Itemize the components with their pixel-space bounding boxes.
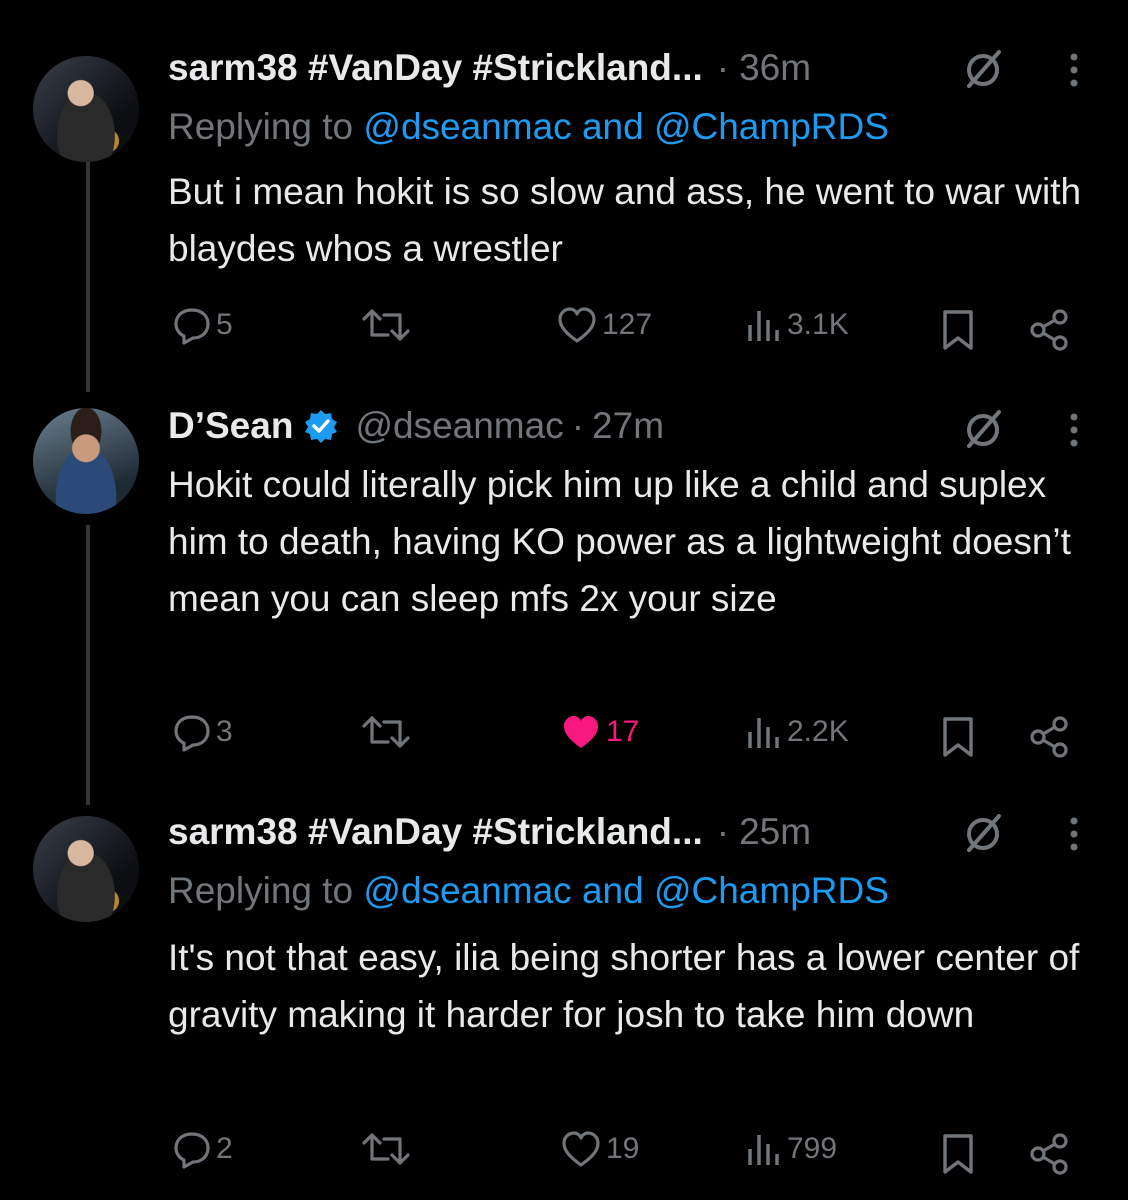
action-bar: 2 19 799: [0, 1129, 1128, 1179]
like-button[interactable]: 127: [556, 305, 652, 345]
author-name[interactable]: sarm38 #VanDay #Strickland...: [168, 811, 703, 853]
replying-prefix: Replying to: [168, 870, 354, 911]
retweet-icon: [362, 716, 410, 748]
separator: ·: [716, 47, 730, 88]
like-count: 127: [602, 308, 653, 341]
tweet-text: It's not that easy, ilia being shorter h…: [168, 937, 1080, 1035]
grok-slash-icon[interactable]: [963, 810, 1007, 854]
views-icon: [748, 1135, 779, 1165]
like-count: 19: [606, 1132, 640, 1165]
retweet-button[interactable]: [360, 305, 412, 345]
tweet-text: Hokit could literally pick him up like a…: [168, 464, 1071, 619]
views-button[interactable]: 2.2K: [745, 712, 849, 752]
more-icon[interactable]: [1069, 816, 1079, 852]
replying-to: Replying to @dseanmac and @ChampRDS: [168, 106, 889, 148]
reply-button[interactable]: 2: [172, 1129, 233, 1169]
views-button[interactable]: 3.1K: [745, 305, 849, 345]
tweet-header: sarm38 #VanDay #Strickland... · 25m: [168, 802, 811, 862]
share-icon[interactable]: [1028, 309, 1070, 351]
reply-count: 5: [216, 308, 233, 341]
bookmark-icon[interactable]: [940, 309, 976, 351]
tweet[interactable]: sarm38 #VanDay #Strickland... · 36m Repl…: [0, 38, 1128, 378]
reply-button[interactable]: 5: [172, 305, 233, 345]
like-button[interactable]: 17: [560, 712, 639, 752]
action-bar: 5 127 3.1K: [0, 305, 1128, 355]
tweet-text: But i mean hokit is so slow and ass, he …: [168, 171, 1082, 269]
reply-count: 3: [216, 715, 233, 748]
avatar[interactable]: [33, 816, 139, 922]
bookmark-icon[interactable]: [940, 1133, 976, 1175]
tweet-header: D’Sean @dseanmac · 27m: [168, 396, 664, 456]
action-bar: 3 17 2.2K: [0, 712, 1128, 762]
share-icon[interactable]: [1028, 1133, 1070, 1175]
reply-icon: [174, 715, 210, 752]
reply-icon: [174, 1132, 210, 1169]
grok-slash-icon[interactable]: [963, 406, 1007, 450]
view-count: 2.2K: [787, 715, 849, 748]
like-icon: [562, 1131, 600, 1167]
tweet-header: sarm38 #VanDay #Strickland... · 36m: [168, 38, 811, 98]
replying-users-link[interactable]: @dseanmac and @ChampRDS: [363, 106, 889, 147]
avatar[interactable]: [33, 56, 139, 162]
reply-count: 2: [216, 1132, 233, 1165]
tweet[interactable]: D’Sean @dseanmac · 27m Hokit could liter…: [0, 396, 1128, 776]
like-count: 17: [606, 715, 640, 748]
like-icon-filled: [564, 716, 598, 748]
views-icon: [748, 311, 779, 341]
like-button[interactable]: 19: [560, 1129, 639, 1169]
retweet-button[interactable]: [360, 1129, 412, 1169]
retweet-icon: [362, 309, 410, 341]
grok-slash-icon[interactable]: [963, 46, 1007, 90]
separator: ·: [571, 405, 585, 446]
author-name[interactable]: D’Sean: [168, 405, 293, 447]
verified-badge-icon: [305, 410, 338, 443]
timestamp[interactable]: 27m: [592, 405, 664, 447]
view-count: 3.1K: [787, 308, 849, 341]
handle[interactable]: @dseanmac: [355, 405, 563, 447]
reply-icon: [174, 308, 210, 345]
replying-prefix: Replying to: [168, 106, 354, 147]
share-icon[interactable]: [1028, 716, 1070, 758]
views-icon: [748, 718, 779, 748]
replying-users-link[interactable]: @dseanmac and @ChampRDS: [363, 870, 889, 911]
views-button[interactable]: 799: [745, 1129, 837, 1169]
author-name[interactable]: sarm38 #VanDay #Strickland...: [168, 47, 703, 89]
timestamp[interactable]: 36m: [739, 47, 811, 89]
tweet[interactable]: sarm38 #VanDay #Strickland... · 25m Repl…: [0, 802, 1128, 1192]
timestamp[interactable]: 25m: [739, 811, 811, 853]
bookmark-icon[interactable]: [940, 716, 976, 758]
avatar[interactable]: [33, 408, 139, 514]
like-icon: [558, 307, 596, 343]
retweet-icon: [362, 1133, 410, 1165]
replying-to: Replying to @dseanmac and @ChampRDS: [168, 870, 889, 912]
more-icon[interactable]: [1069, 52, 1079, 88]
view-count: 799: [787, 1132, 838, 1165]
retweet-button[interactable]: [360, 712, 412, 752]
reply-button[interactable]: 3: [172, 712, 233, 752]
separator: ·: [716, 811, 730, 852]
more-icon[interactable]: [1069, 412, 1079, 448]
